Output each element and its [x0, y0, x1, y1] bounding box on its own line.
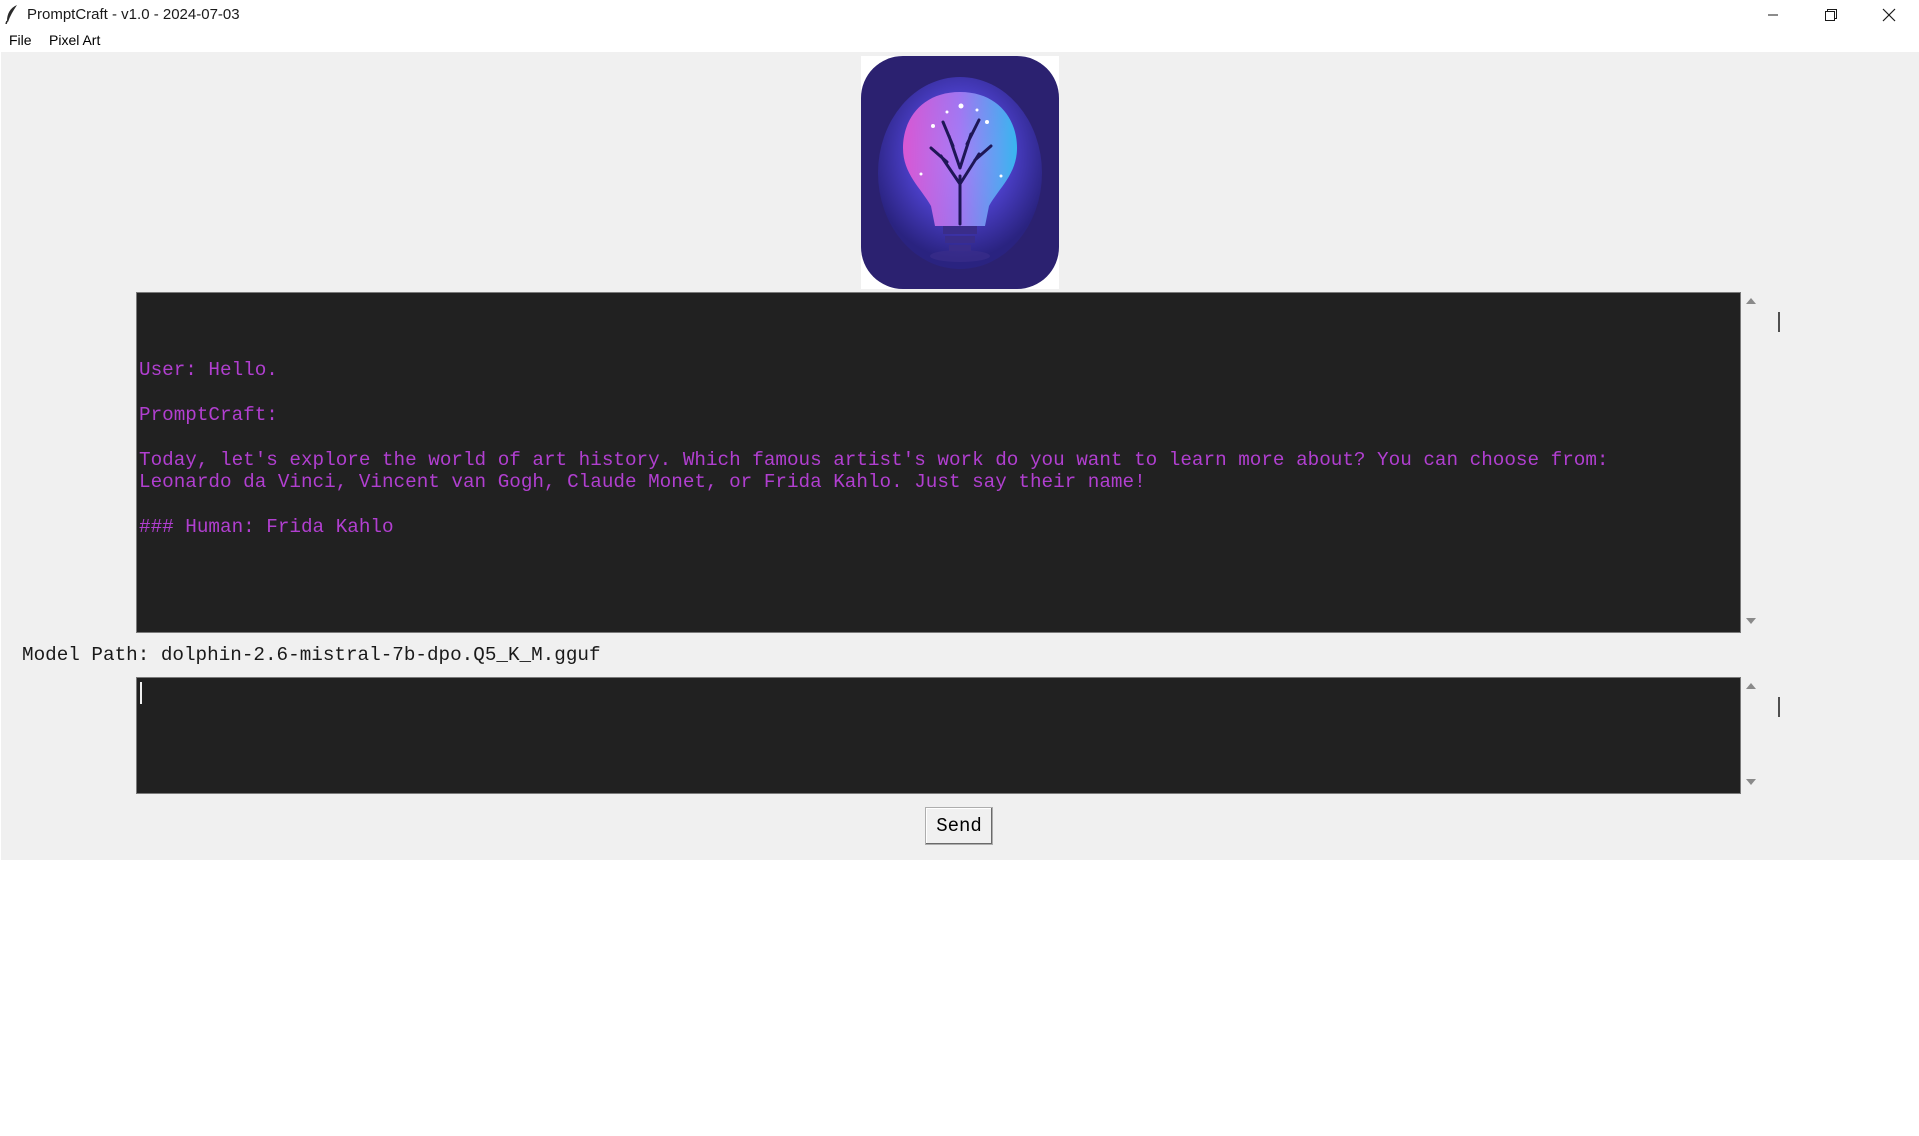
restore-button[interactable] — [1802, 0, 1860, 29]
menu-pixel-art[interactable]: Pixel Art — [47, 32, 102, 48]
restore-icon — [1825, 8, 1837, 21]
chat-line — [139, 381, 1740, 404]
title-bar: PromptCraft - v1.0 - 2024-07-03 — [0, 0, 1919, 29]
minimize-button[interactable] — [1744, 0, 1802, 29]
close-icon — [1882, 8, 1896, 21]
scroll-down-icon[interactable] — [1745, 777, 1757, 787]
chat-line: Today, let's explore the world of art hi… — [139, 448, 1609, 471]
lightbulb-tree-logo — [861, 56, 1059, 289]
chat-line — [139, 426, 1740, 449]
input-scroll-thumb[interactable] — [1778, 697, 1780, 717]
scroll-up-icon[interactable] — [1745, 296, 1757, 306]
minimize-icon — [1768, 14, 1778, 15]
chat-line — [139, 336, 1740, 359]
chat-scrollbar[interactable] — [1741, 292, 1780, 633]
logo-container — [861, 56, 1059, 289]
chat-line: User: Hello. — [139, 358, 278, 381]
scroll-up-icon[interactable] — [1745, 681, 1757, 691]
chat-line: ### Human: Frida Kahlo — [139, 516, 394, 538]
menu-bar: File Pixel Art — [0, 29, 1919, 52]
menu-file[interactable]: File — [7, 32, 34, 48]
scroll-down-icon[interactable] — [1745, 616, 1757, 626]
message-input[interactable] — [136, 677, 1741, 794]
chat-line: Leonardo da Vinci, Vincent van Gogh, Cla… — [139, 471, 1146, 493]
close-button[interactable] — [1860, 0, 1918, 29]
send-button[interactable]: Send — [925, 807, 993, 845]
window-title: PromptCraft - v1.0 - 2024-07-03 — [27, 6, 240, 23]
text-caret — [140, 682, 142, 704]
chat-line — [139, 494, 1740, 517]
feather-icon — [5, 5, 17, 24]
input-scrollbar[interactable] — [1741, 677, 1780, 794]
chat-scroll-thumb[interactable] — [1778, 312, 1780, 332]
chat-log[interactable]: User: Hello. PromptCraft: Today, let's exp… — [136, 292, 1741, 633]
chat-line: PromptCraft: — [139, 403, 278, 426]
model-path-label: Model Path: dolphin-2.6-mistral-7b-dpo.Q… — [22, 644, 601, 666]
